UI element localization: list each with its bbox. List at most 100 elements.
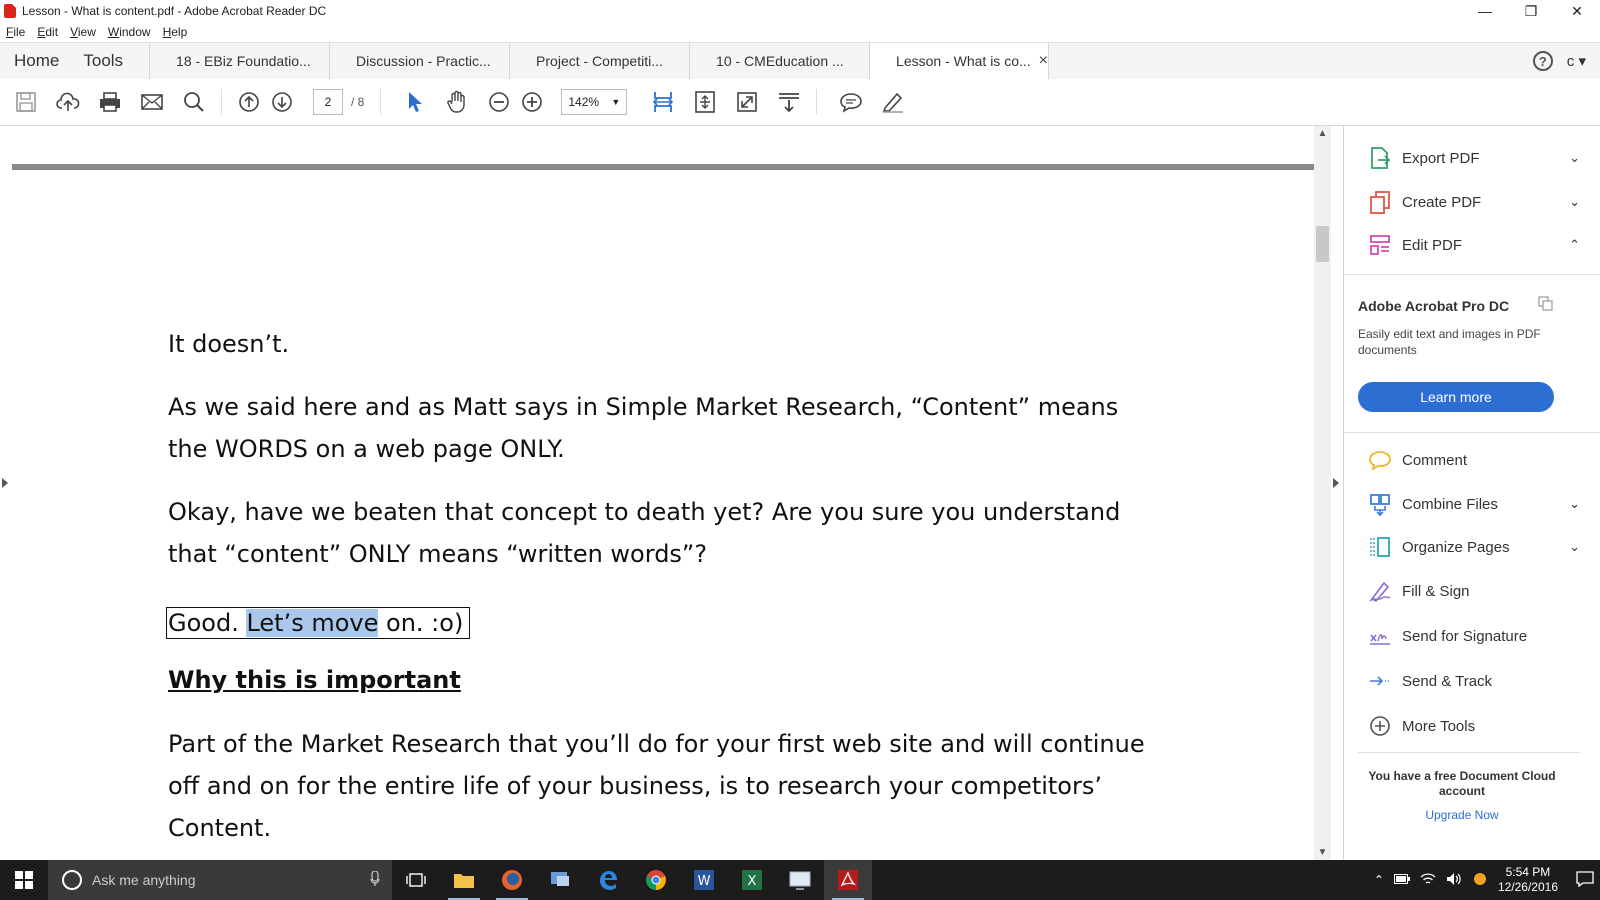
export-pdf-tool[interactable]: Export PDF ⌄	[1368, 146, 1580, 170]
document-tab[interactable]: Project - Competiti...	[509, 43, 689, 79]
upgrade-now-link[interactable]: Upgrade Now	[1364, 808, 1560, 822]
minimize-button[interactable]: —	[1462, 0, 1508, 22]
scroll-mode-icon[interactable]	[777, 90, 801, 114]
restore-button[interactable]: ❐	[1508, 0, 1554, 22]
upload-cloud-icon[interactable]	[56, 90, 80, 114]
comment-icon	[1368, 448, 1392, 472]
menu-view[interactable]: View	[64, 25, 102, 39]
menu-edit[interactable]: Edit	[31, 25, 64, 39]
file-explorer-icon[interactable]	[440, 860, 488, 900]
comment-icon[interactable]	[839, 90, 863, 114]
left-panel-toggle-icon[interactable]	[2, 478, 8, 488]
panel-divider	[1358, 752, 1580, 753]
close-window-button[interactable]: ✕	[1554, 0, 1600, 22]
learn-more-button[interactable]: Learn more	[1358, 382, 1554, 412]
tab-bar: Home Tools 18 - EBiz Foundatio... Discus…	[0, 42, 1600, 80]
edge-icon[interactable]	[584, 860, 632, 900]
doc-line: Part of the Market Research that you’ll …	[168, 730, 1145, 758]
zoom-in-icon[interactable]	[520, 90, 544, 114]
edit-pdf-tool[interactable]: Edit PDF ⌃	[1368, 233, 1580, 257]
send-for-signature-tool[interactable]: Send for Signature	[1368, 624, 1580, 648]
more-tools[interactable]: More Tools	[1368, 714, 1580, 738]
weather-icon[interactable]	[1472, 871, 1488, 890]
acrobat-reader-icon[interactable]	[824, 860, 872, 900]
document-tab-active[interactable]: Lesson - What is co... ×	[869, 43, 1050, 80]
export-pdf-icon	[1368, 146, 1392, 170]
combine-files-label: Combine Files	[1402, 495, 1498, 513]
menu-file[interactable]: File	[0, 25, 31, 39]
vertical-scrollbar[interactable]: ▲ ▼	[1314, 126, 1331, 860]
firefox-icon[interactable]	[488, 860, 536, 900]
scrollbar-thumb[interactable]	[1316, 226, 1329, 262]
hand-tool-icon[interactable]	[445, 90, 469, 114]
organize-pages-tool[interactable]: Organize Pages ⌄	[1368, 535, 1580, 559]
microphone-icon[interactable]	[370, 869, 380, 890]
document-viewer[interactable]: It doesn’t. As we said here and as Matt …	[0, 126, 1343, 860]
combine-files-icon	[1368, 492, 1392, 516]
highlight-pen-icon[interactable]	[881, 90, 905, 114]
word-icon[interactable]: W	[680, 860, 728, 900]
help-icon[interactable]: ?	[1532, 51, 1553, 71]
chevron-down-icon[interactable]: ⌄	[1569, 194, 1580, 210]
screen-app-icon[interactable]	[776, 860, 824, 900]
doc-paragraph: It doesn’t.	[168, 330, 290, 358]
select-cursor-icon[interactable]	[403, 90, 427, 114]
excel-icon[interactable]: X	[728, 860, 776, 900]
organize-pages-icon	[1368, 535, 1392, 559]
tab-tools[interactable]: Tools	[71, 43, 149, 79]
remote-desktop-icon[interactable]	[536, 860, 584, 900]
menu-help[interactable]: Help	[157, 25, 194, 39]
save-icon[interactable]	[14, 90, 38, 114]
fit-page-icon[interactable]	[693, 90, 717, 114]
document-tab[interactable]: Discussion - Practic...	[329, 43, 509, 79]
print-icon[interactable]	[98, 90, 122, 114]
comment-tool[interactable]: Comment	[1368, 448, 1580, 472]
create-pdf-tool[interactable]: Create PDF ⌄	[1368, 190, 1580, 214]
battery-icon[interactable]	[1393, 873, 1410, 887]
zoom-out-icon[interactable]	[487, 90, 511, 114]
edit-pdf-icon	[1368, 233, 1392, 257]
full-screen-icon[interactable]	[735, 90, 759, 114]
text-selection-box[interactable]: Good. Let’s move on. :o)	[166, 607, 471, 639]
chevron-up-icon[interactable]: ⌃	[1374, 873, 1384, 887]
scroll-up-icon[interactable]: ▲	[1314, 128, 1331, 139]
tab-home[interactable]: Home	[0, 43, 71, 79]
send-for-signature-icon	[1368, 624, 1392, 648]
create-pdf-icon	[1368, 190, 1392, 214]
chevron-down-icon[interactable]: ⌄	[1569, 150, 1580, 166]
chevron-down-icon[interactable]: ⌄	[1569, 539, 1580, 555]
zoom-level-dropdown[interactable]: 142% ▼	[561, 89, 628, 115]
windows-start-button[interactable]	[0, 860, 48, 900]
next-page-icon[interactable]	[270, 90, 294, 114]
menu-window[interactable]: Window	[102, 25, 157, 39]
send-track-tool[interactable]: Send & Track	[1368, 669, 1580, 693]
doc-line: the WORDS on a web page ONLY.	[168, 435, 565, 463]
chevron-down-icon[interactable]: ⌄	[1569, 496, 1580, 512]
task-view-icon[interactable]	[392, 860, 440, 900]
volume-icon[interactable]	[1446, 872, 1462, 889]
send-track-icon	[1368, 669, 1392, 693]
close-tab-icon[interactable]: ×	[1039, 52, 1048, 70]
fit-page-width-icon[interactable]	[651, 90, 675, 114]
export-pdf-label: Export PDF	[1402, 149, 1480, 167]
system-clock[interactable]: 5:54 PM 12/26/2016	[1498, 865, 1558, 895]
fill-sign-tool[interactable]: Fill & Sign	[1368, 579, 1580, 603]
document-tab[interactable]: 10 - CMEducation ...	[689, 43, 869, 79]
chrome-icon[interactable]	[632, 860, 680, 900]
scroll-down-icon[interactable]: ▼	[1314, 847, 1331, 858]
previous-page-icon[interactable]	[237, 90, 261, 114]
wifi-icon[interactable]	[1420, 872, 1436, 889]
right-panel-toggle-icon[interactable]	[1333, 478, 1339, 488]
page-number-input[interactable]: 2	[313, 89, 343, 115]
copy-icon[interactable]	[1538, 296, 1554, 317]
search-icon[interactable]	[182, 90, 206, 114]
cortana-search-box[interactable]: Ask me anything	[48, 860, 392, 900]
cortana-icon	[62, 870, 82, 890]
system-tray: ⌃ 5:54 PM 12/26/2016	[1374, 865, 1600, 895]
notifications-icon[interactable]	[1576, 870, 1594, 890]
document-tab[interactable]: 18 - EBiz Foundatio...	[149, 43, 329, 79]
email-icon[interactable]	[140, 90, 164, 114]
combine-files-tool[interactable]: Combine Files ⌄	[1368, 492, 1580, 516]
chevron-up-icon[interactable]: ⌃	[1569, 237, 1580, 253]
user-account-menu[interactable]: c ▾	[1567, 52, 1586, 70]
